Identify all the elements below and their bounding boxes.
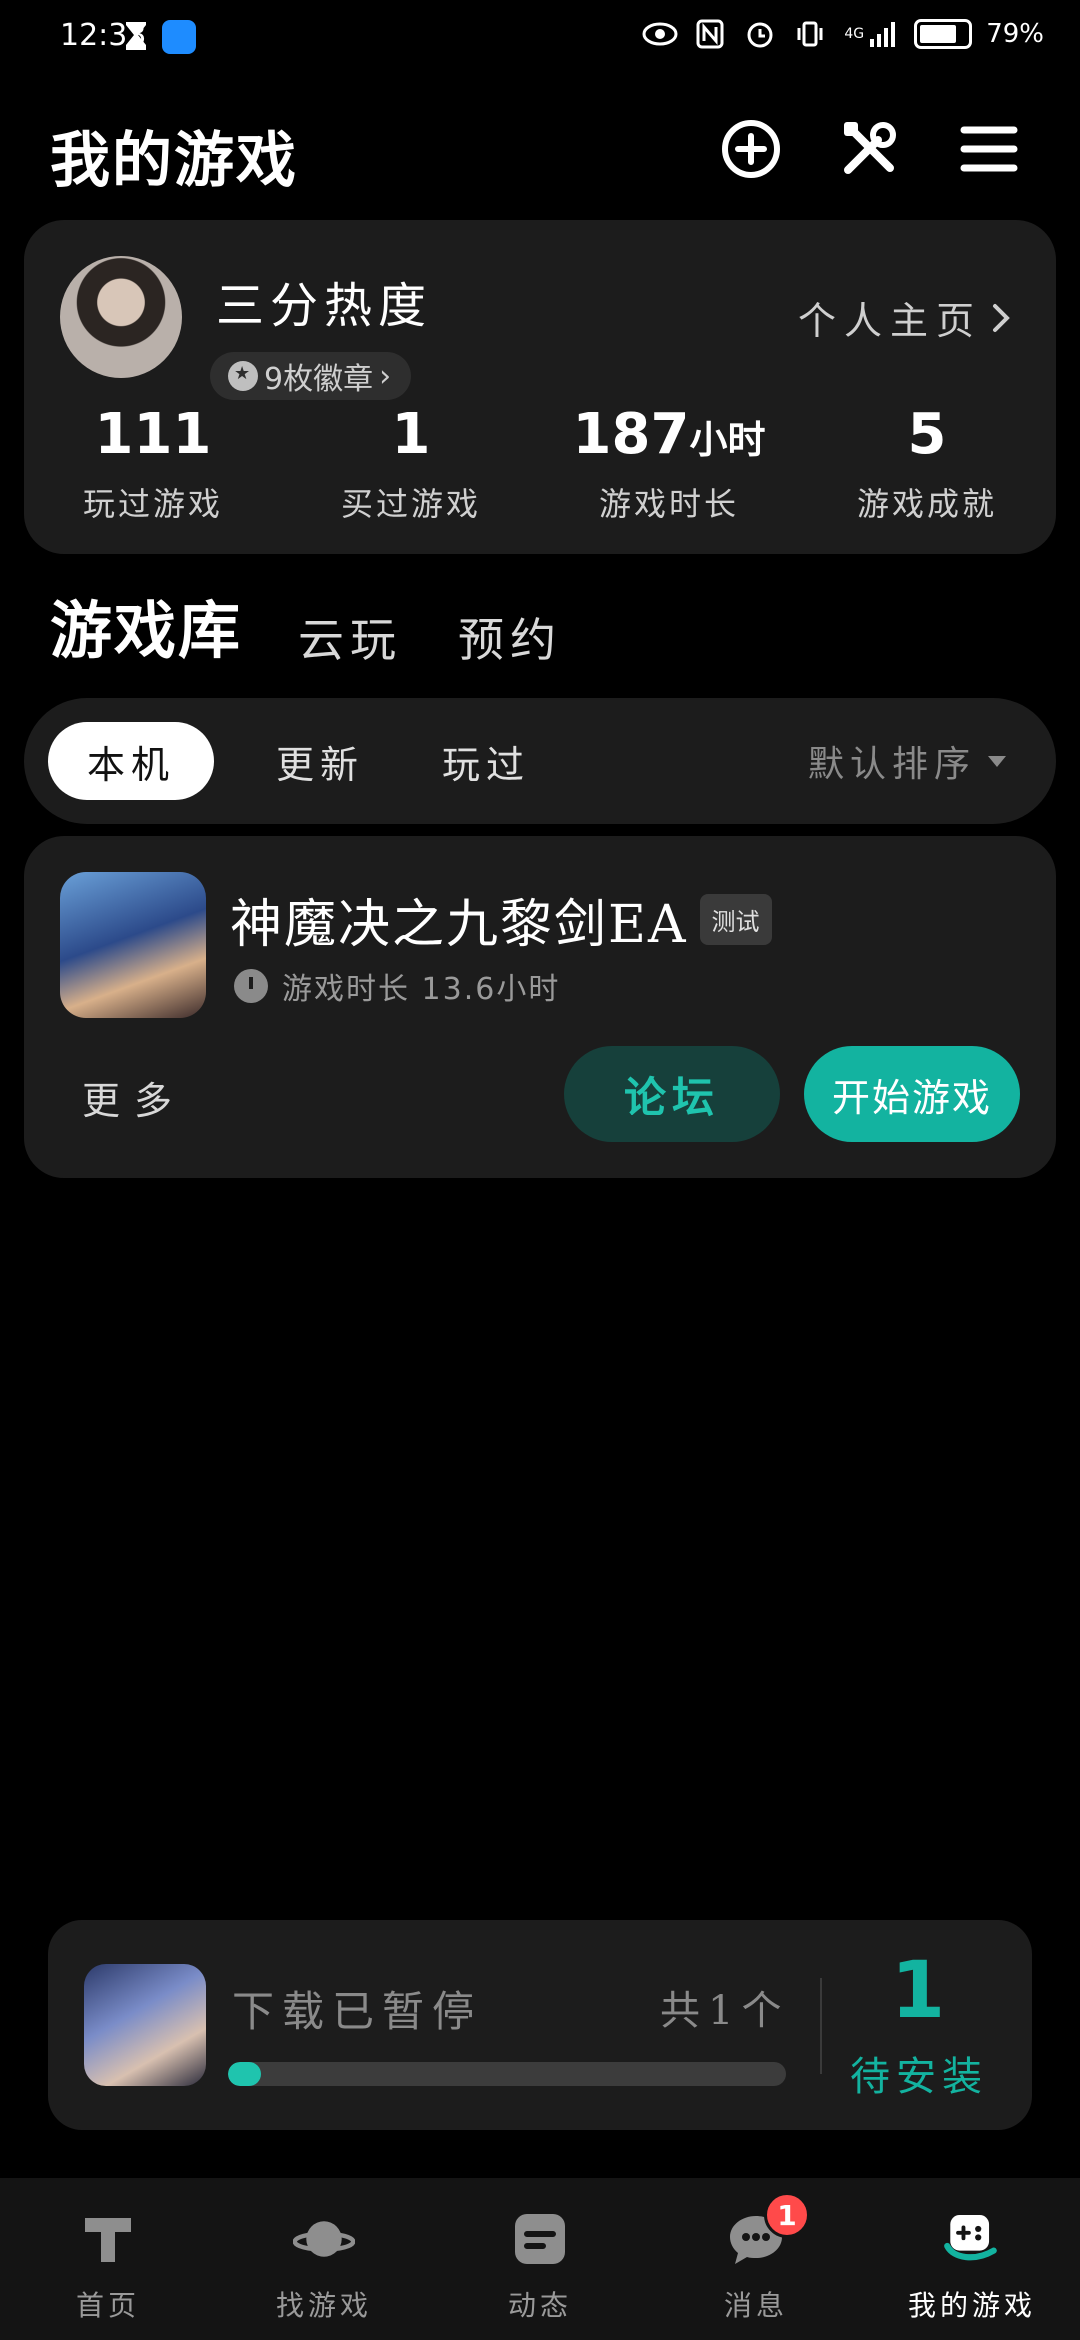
eye-icon — [642, 16, 678, 52]
stat-label: 游戏成就 — [856, 485, 997, 523]
menu-icon — [960, 126, 1018, 172]
nav-messages[interactable]: 1 消息 — [648, 2178, 864, 2340]
stat-played[interactable]: 111 玩过游戏 — [24, 400, 282, 525]
game-card[interactable]: 神魔决之九黎剑EA 测试 游戏时长 13.6小时 更多 论坛 开始游戏 — [24, 836, 1056, 1178]
stat-label: 买过游戏 — [340, 485, 481, 523]
download-game-icon — [84, 1964, 206, 2086]
nav-label: 消息 — [723, 2289, 788, 2322]
timer-icon — [234, 969, 268, 1003]
profile-card[interactable]: 三分热度 9枚徽章 › 个人主页 111 玩过游戏 1 买过游戏 187小时 游… — [24, 220, 1056, 554]
filter-chip-updates[interactable]: 更新 — [250, 722, 390, 800]
gamepad-icon — [941, 2208, 1003, 2270]
sort-dropdown[interactable]: 默认排序 — [808, 722, 1006, 800]
stat-bought[interactable]: 1 买过游戏 — [282, 400, 540, 525]
playtime-text: 游戏时长 13.6小时 — [282, 972, 561, 1007]
game-title-row: 神魔决之九黎剑EA 测试 — [230, 882, 772, 957]
download-progress-fill — [228, 2062, 262, 2086]
avatar[interactable] — [60, 256, 182, 378]
download-status: 下载已暂停 — [232, 1987, 483, 2036]
username: 三分热度 — [216, 278, 433, 334]
filter-chip-played[interactable]: 玩过 — [416, 722, 556, 800]
stat-value: 187 — [572, 402, 690, 467]
download-card[interactable]: 下载已暂停 共1个 1 待安装 — [48, 1920, 1032, 2130]
nfc-icon — [692, 16, 728, 52]
tab-reservations[interactable]: 预约 — [458, 604, 562, 670]
game-playtime: 游戏时长 13.6小时 — [234, 964, 560, 1008]
pending-install-count: 1 — [890, 1946, 946, 2036]
sort-label: 默认排序 — [807, 744, 976, 785]
download-progress — [228, 2062, 786, 2086]
signal-icon: 4G — [842, 16, 900, 52]
stat-value: 111 — [94, 402, 212, 467]
chevron-right-icon — [993, 303, 1010, 332]
nav-my-games[interactable]: 我的游戏 — [864, 2178, 1080, 2340]
nav-home[interactable]: 首页 — [0, 2178, 216, 2340]
nav-label: 我的游戏 — [907, 2289, 1036, 2322]
nav-label: 首页 — [75, 2289, 140, 2322]
nav-label: 找游戏 — [275, 2289, 372, 2322]
menu-button[interactable] — [956, 116, 1022, 182]
game-icon[interactable] — [60, 872, 206, 1018]
hourglass-icon — [126, 22, 146, 50]
page-title: 我的游戏 — [50, 126, 298, 196]
status-bar: 12:33 4G 79% — [0, 0, 1080, 76]
weather-icon — [162, 20, 196, 54]
page-header: 我的游戏 — [0, 100, 1080, 200]
stat-label: 玩过游戏 — [82, 485, 223, 523]
tab-cloud-play[interactable]: 云玩 — [298, 604, 402, 670]
pending-install-label[interactable]: 待安装 — [844, 2044, 994, 2102]
tab-library[interactable]: 游戏库 — [50, 580, 243, 670]
tools-icon — [844, 122, 896, 174]
nav-find-games[interactable]: 找游戏 — [216, 2178, 432, 2340]
nav-label: 动态 — [507, 2289, 572, 2322]
battery-icon — [914, 19, 973, 49]
feed-icon — [509, 2208, 571, 2270]
add-game-button[interactable] — [718, 116, 784, 182]
start-game-button[interactable]: 开始游戏 — [804, 1046, 1020, 1142]
battery-percent: 79% — [986, 19, 1044, 49]
nav-feed[interactable]: 动态 — [432, 2178, 648, 2340]
test-tag: 测试 — [699, 894, 772, 945]
medal-icon — [228, 361, 258, 391]
divider — [820, 1978, 822, 2074]
profile-stats: 111 玩过游戏 1 买过游戏 187小时 游戏时长 5 游戏成就 — [24, 400, 1056, 525]
stat-value: 1 — [391, 402, 431, 467]
filter-bar: 本机 更新 玩过 默认排序 — [24, 698, 1056, 824]
message-badge: 1 — [764, 2192, 810, 2238]
planet-icon — [293, 2208, 355, 2270]
filter-chip-local[interactable]: 本机 — [48, 722, 214, 800]
badge-pill[interactable]: 9枚徽章 › — [210, 352, 412, 400]
library-tabs: 游戏库 云玩 预约 — [50, 580, 562, 670]
forum-button[interactable]: 论坛 — [564, 1046, 780, 1142]
stat-achievements[interactable]: 5 游戏成就 — [798, 400, 1056, 525]
alarm-icon — [742, 16, 778, 52]
more-button[interactable]: 更多 — [82, 1070, 186, 1125]
add-circle-icon — [722, 120, 780, 178]
stat-unit: 小时 — [689, 418, 766, 462]
game-title: 神魔决之九黎剑EA — [230, 895, 688, 955]
home-icon — [77, 2208, 139, 2270]
chevron-right-icon: › — [379, 358, 392, 394]
homepage-link[interactable]: 个人主页 — [798, 290, 1012, 345]
stat-playtime[interactable]: 187小时 游戏时长 — [540, 400, 798, 525]
stat-value: 5 — [907, 402, 947, 467]
vibrate-icon — [792, 16, 828, 52]
badge-count: 9枚徽章 — [264, 362, 374, 397]
bottom-nav: 首页 找游戏 动态 1 消息 我的游戏 — [0, 2178, 1080, 2340]
caret-down-icon — [988, 755, 1006, 767]
homepage-label: 个人主页 — [797, 299, 982, 343]
stat-label: 游戏时长 — [598, 485, 739, 523]
tools-button[interactable] — [836, 116, 902, 182]
download-count: 共1个 — [660, 1988, 790, 2034]
